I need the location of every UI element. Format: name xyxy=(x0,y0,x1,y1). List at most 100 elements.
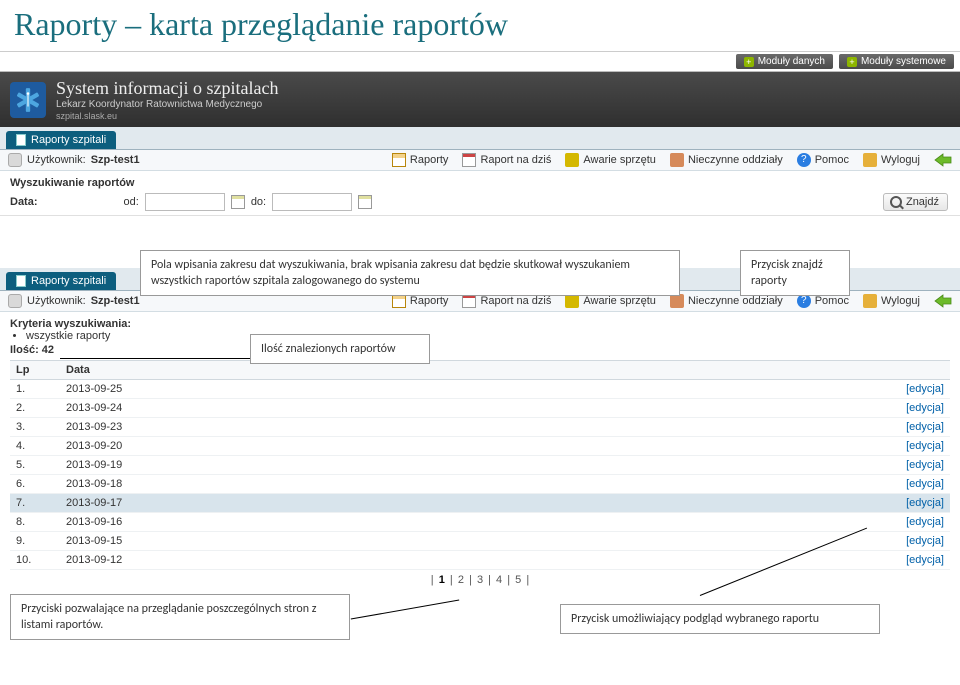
results-panel: Kryteria wyszukiwania: wszystkie raporty… xyxy=(0,312,960,358)
edit-link[interactable]: [edycja] xyxy=(880,475,950,494)
table-row: 7.2013-09-17[edycja] xyxy=(10,494,950,513)
user-name: Szp-test1 xyxy=(91,154,140,166)
find-button[interactable]: Znajdź xyxy=(883,193,948,211)
slide-title: Raporty – karta przeglądanie raportów xyxy=(0,0,960,51)
nav-logout[interactable]: Wyloguj xyxy=(863,153,920,167)
cell-date: 2013-09-23 xyxy=(60,418,880,437)
back-arrow-icon[interactable] xyxy=(934,294,952,308)
user-prefix: Użytkownik: xyxy=(27,154,86,166)
edit-link[interactable]: [edycja] xyxy=(880,437,950,456)
date-to-input[interactable] xyxy=(272,193,352,211)
toolbar: Użytkownik: Szp-test1 Raporty Raport na … xyxy=(0,150,960,171)
lock-icon xyxy=(863,294,877,308)
pager-page[interactable]: 1 xyxy=(437,574,447,586)
edit-link[interactable]: [edycja] xyxy=(880,513,950,532)
tab-label: Raporty szpitali xyxy=(31,275,106,287)
cell-lp: 8. xyxy=(10,513,60,532)
cell-date: 2013-09-25 xyxy=(60,380,880,399)
wrench-icon xyxy=(565,153,579,167)
pager-page[interactable]: 2 xyxy=(456,574,466,586)
cell-date: 2013-09-20 xyxy=(60,437,880,456)
edit-link[interactable]: [edycja] xyxy=(880,551,950,570)
edit-link[interactable]: [edycja] xyxy=(880,380,950,399)
tab-reports[interactable]: Raporty szpitali xyxy=(6,272,116,290)
edit-link[interactable]: [edycja] xyxy=(880,418,950,437)
calendar-picker-icon[interactable] xyxy=(231,195,245,209)
tab-reports[interactable]: Raporty szpitali xyxy=(6,131,116,149)
app-banner: System informacji o szpitalach Lekarz Ko… xyxy=(0,72,960,127)
search-panel: Wyszukiwanie raportów Data: od: do: Znaj… xyxy=(0,171,960,216)
cell-lp: 1. xyxy=(10,380,60,399)
search-heading: Wyszukiwanie raportów xyxy=(10,177,950,189)
building-icon xyxy=(670,153,684,167)
find-label: Znajdź xyxy=(906,196,939,208)
pager-page[interactable]: 4 xyxy=(494,574,504,586)
document-icon xyxy=(16,275,26,287)
module-bar: + Moduły danych + Moduły systemowe xyxy=(0,52,960,72)
cell-date: 2013-09-12 xyxy=(60,551,880,570)
cell-lp: 9. xyxy=(10,532,60,551)
table-row: 8.2013-09-16[edycja] xyxy=(10,513,950,532)
calendar-picker-icon[interactable] xyxy=(358,195,372,209)
cell-date: 2013-09-15 xyxy=(60,532,880,551)
reports-table: Lp Data 1.2013-09-25[edycja]2.2013-09-24… xyxy=(10,360,950,570)
banner-title: System informacji o szpitalach xyxy=(56,78,278,99)
date-from-input[interactable] xyxy=(145,193,225,211)
document-icon xyxy=(392,153,406,167)
criteria-label: Kryteria wyszukiwania: xyxy=(10,318,950,330)
nav-help[interactable]: ?Pomoc xyxy=(797,153,849,167)
banner-subtitle: Lekarz Koordynator Ratownictwa Medyczneg… xyxy=(56,99,278,110)
criteria-item: wszystkie raporty xyxy=(26,330,950,342)
col-lp: Lp xyxy=(10,361,60,380)
callout-count: Ilość znalezionych raportów xyxy=(250,334,430,364)
cell-date: 2013-09-18 xyxy=(60,475,880,494)
table-row: 10.2013-09-12[edycja] xyxy=(10,551,950,570)
help-icon: ? xyxy=(797,153,811,167)
cell-date: 2013-09-19 xyxy=(60,456,880,475)
callout-edit: Przycisk umożliwiający podgląd wybranego… xyxy=(560,604,880,634)
table-row: 4.2013-09-20[edycja] xyxy=(10,437,950,456)
cell-lp: 5. xyxy=(10,456,60,475)
nav-reports[interactable]: Raporty xyxy=(392,153,449,167)
cell-date: 2013-09-16 xyxy=(60,513,880,532)
user-name: Szp-test1 xyxy=(91,295,140,307)
user-indicator: Użytkownik: Szp-test1 xyxy=(8,294,140,308)
callout-pager: Przyciski pozwalające na przeglądanie po… xyxy=(10,594,350,640)
plus-icon: + xyxy=(847,57,857,67)
star-of-life-icon xyxy=(10,82,46,118)
table-row: 5.2013-09-19[edycja] xyxy=(10,456,950,475)
tab-label: Raporty szpitali xyxy=(31,134,106,146)
module-system-label: Moduły systemowe xyxy=(861,56,946,67)
table-row: 2.2013-09-24[edycja] xyxy=(10,399,950,418)
banner-domain: szpital.slask.eu xyxy=(56,111,278,121)
user-indicator: Użytkownik: Szp-test1 xyxy=(8,153,140,167)
nav-report-today[interactable]: Raport na dziś xyxy=(462,153,551,167)
edit-link[interactable]: [edycja] xyxy=(880,456,950,475)
module-data-button[interactable]: + Moduły danych xyxy=(736,54,833,69)
user-icon xyxy=(8,294,22,308)
nav-closed-depts[interactable]: Nieczynne oddziały xyxy=(670,153,783,167)
calendar-icon xyxy=(462,153,476,167)
plus-icon: + xyxy=(744,57,754,67)
cell-date: 2013-09-17 xyxy=(60,494,880,513)
nav-logout[interactable]: Wyloguj xyxy=(863,294,920,308)
user-icon xyxy=(8,153,22,167)
edit-link[interactable]: [edycja] xyxy=(880,399,950,418)
app-screenshot-1: + Moduły danych + Moduły systemowe Syste… xyxy=(0,51,960,216)
pager: | 1 | 2 | 3 | 4 | 5 | xyxy=(0,574,960,586)
table-row: 3.2013-09-23[edycja] xyxy=(10,418,950,437)
edit-link[interactable]: [edycja] xyxy=(880,532,950,551)
cell-lp: 7. xyxy=(10,494,60,513)
back-arrow-icon[interactable] xyxy=(934,153,952,167)
col-date: Data xyxy=(60,361,880,380)
search-to-label: do: xyxy=(251,196,266,208)
callout-date-range: Pola wpisania zakresu dat wyszukiwania, … xyxy=(140,250,680,296)
nav-faults[interactable]: Awarie sprzętu xyxy=(565,153,656,167)
module-system-button[interactable]: + Moduły systemowe xyxy=(839,54,954,69)
table-row: 9.2013-09-15[edycja] xyxy=(10,532,950,551)
pager-page[interactable]: 5 xyxy=(513,574,523,586)
document-icon xyxy=(16,134,26,146)
pager-page[interactable]: 3 xyxy=(475,574,485,586)
edit-link[interactable]: [edycja] xyxy=(880,494,950,513)
cell-lp: 6. xyxy=(10,475,60,494)
